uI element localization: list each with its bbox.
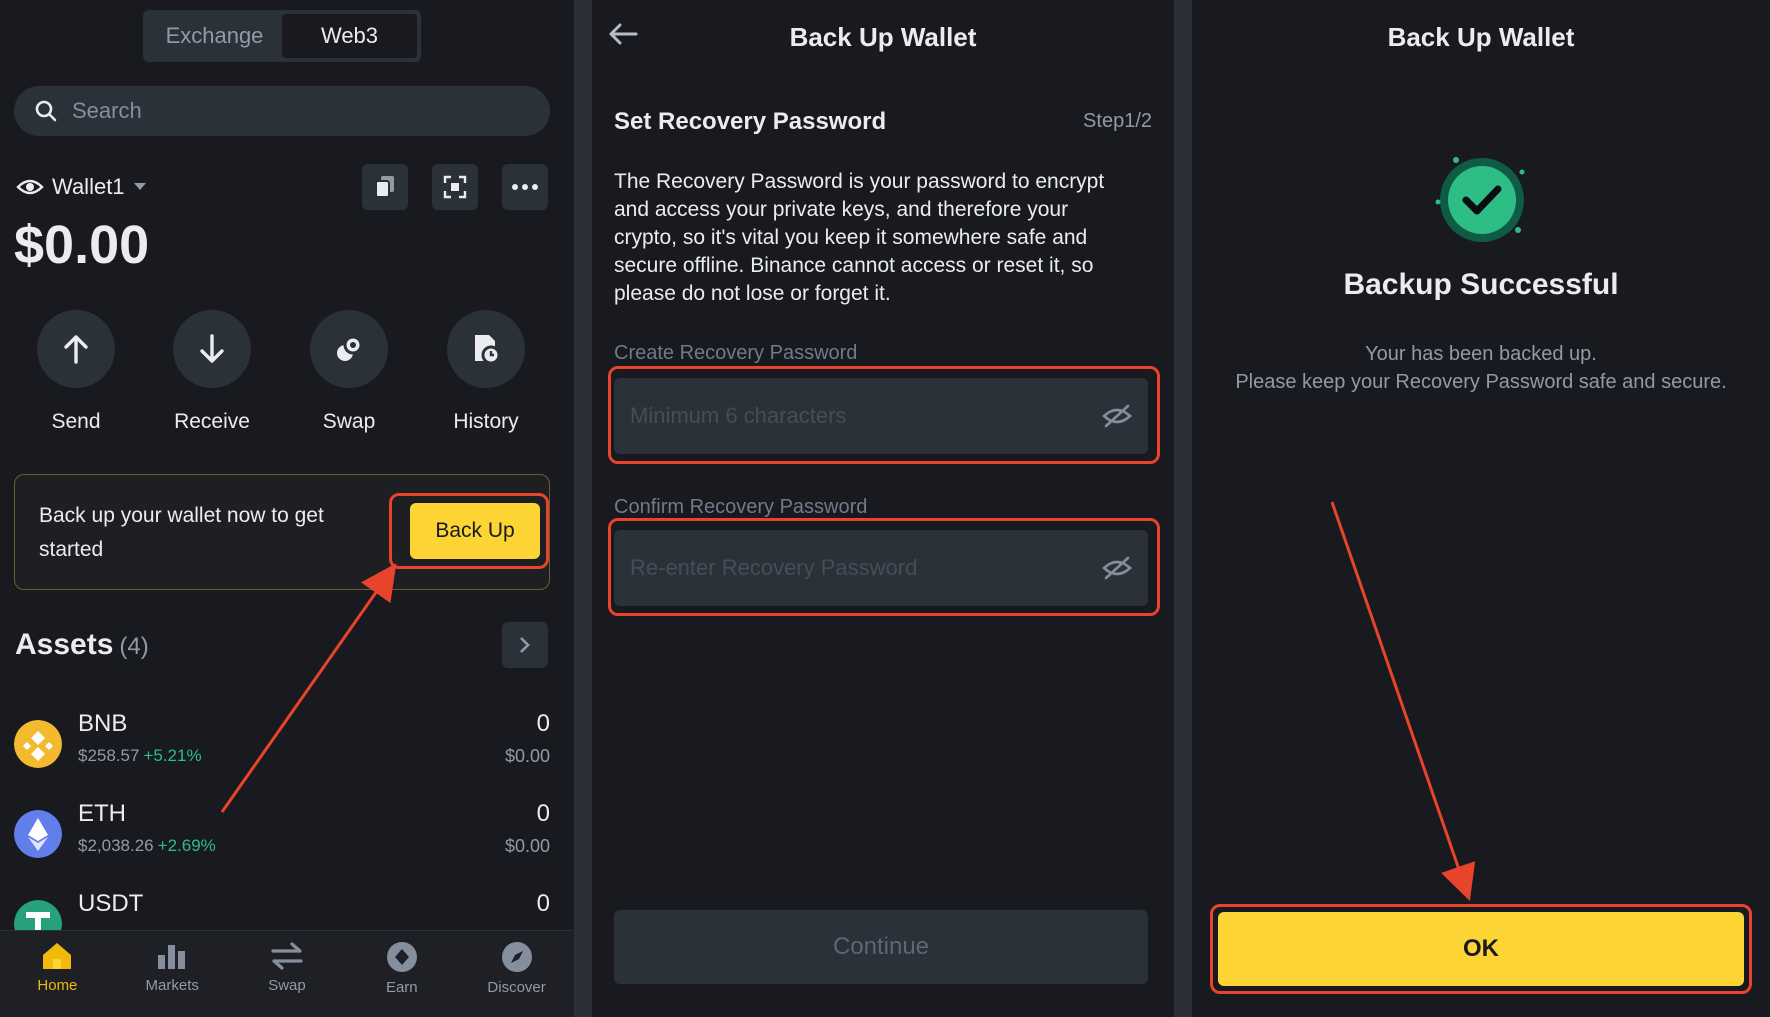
search-icon [35, 100, 57, 122]
set-password-screen: Back Up Wallet Set Recovery Password Ste… [592, 0, 1174, 1017]
backup-success-screen: Back Up Wallet Backup Successful Your ha… [1192, 0, 1770, 1017]
assets-title: Assets [15, 628, 114, 661]
backup-banner: Back up your wallet now to get started B… [14, 474, 550, 590]
total-balance: $0.00 [14, 215, 150, 275]
asset-change: +2.69% [157, 836, 216, 855]
section-title: Set Recovery Password [614, 108, 887, 135]
wallet-selector[interactable]: Wallet1 [16, 174, 147, 200]
success-line-1: Your has been backed up. [1365, 343, 1597, 365]
send-action[interactable]: Send [16, 310, 136, 434]
tab-discover[interactable]: Discover [459, 931, 574, 1017]
copy-address-button[interactable] [362, 164, 408, 210]
earn-icon [386, 942, 417, 972]
page-title: Back Up Wallet [789, 22, 977, 52]
asset-change: +5.21% [143, 746, 202, 765]
backup-banner-text: Back up your wallet now to get started [39, 504, 324, 561]
search-input[interactable] [72, 98, 472, 124]
history-label: History [453, 410, 519, 433]
search-bar[interactable] [14, 86, 550, 136]
swap-arrows-icon [271, 942, 303, 970]
success-check-icon [1435, 157, 1525, 242]
annotation-highlight [608, 518, 1160, 616]
wallet-name[interactable]: Wallet1 [52, 174, 125, 200]
home-icon [43, 943, 72, 969]
receive-label: Receive [174, 410, 250, 433]
scan-icon [443, 175, 467, 199]
copy-icon [375, 176, 394, 198]
annotation-highlight [1210, 904, 1752, 994]
caret-down-icon[interactable] [133, 182, 147, 192]
asset-amount: 0 [536, 890, 550, 917]
continue-button[interactable]: Continue [614, 910, 1148, 984]
swap-icon [337, 335, 363, 361]
swap-label: Swap [322, 410, 376, 433]
markets-icon [158, 945, 186, 969]
assets-expand-button[interactable] [502, 622, 548, 668]
send-label: Send [51, 410, 101, 433]
asset-name: BNB [78, 710, 128, 737]
asset-usd-value: $0.00 [504, 746, 550, 766]
asset-amount: 0 [536, 800, 550, 827]
more-options-button[interactable] [502, 164, 548, 210]
web3-tab[interactable]: Web3 [282, 14, 417, 58]
page-title: Back Up Wallet [1387, 22, 1575, 52]
arrow-up-icon [64, 335, 88, 364]
password-description: The Recovery Password is your password t… [614, 170, 1105, 305]
tab-home[interactable]: Home [0, 931, 115, 1017]
tab-swap[interactable]: Swap [230, 931, 345, 1017]
bottom-tab-bar: Home Markets Swap Earn Discover [0, 930, 574, 1017]
assets-header: Assets (4) [15, 628, 149, 662]
step-indicator: Step1/2 [1083, 110, 1152, 132]
tab-earn[interactable]: Earn [344, 931, 459, 1017]
eth-logo-icon [14, 810, 62, 858]
chevron-right-icon [520, 637, 530, 653]
asset-row-bnb[interactable]: BNB $258.57 +5.21% 0 $0.00 [14, 710, 550, 780]
asset-price: $2,038.26 +2.69% [78, 836, 216, 855]
more-dots-icon [512, 184, 538, 190]
asset-name: ETH [78, 800, 126, 827]
confirm-password-label: Confirm Recovery Password [614, 496, 868, 518]
annotation-highlight [608, 366, 1160, 464]
bnb-logo-icon [14, 720, 62, 768]
swap-action[interactable]: Swap [289, 310, 409, 434]
history-action[interactable]: History [426, 310, 546, 434]
asset-price: $258.57 +5.21% [78, 746, 202, 765]
annotation-highlight [389, 493, 549, 569]
exchange-web3-toggle: Exchange Web3 [143, 10, 421, 62]
discover-icon [501, 942, 532, 972]
eye-icon[interactable] [16, 177, 44, 197]
arrow-down-icon [200, 334, 224, 363]
success-heading: Backup Successful [1343, 268, 1619, 301]
asset-amount: 0 [536, 710, 550, 737]
success-message: Your has been backed up. Please keep you… [1192, 340, 1770, 396]
create-password-label: Create Recovery Password [614, 342, 858, 364]
history-icon [475, 335, 500, 365]
assets-count: (4) [119, 633, 149, 660]
receive-action[interactable]: Receive [152, 310, 272, 434]
tab-markets[interactable]: Markets [115, 931, 230, 1017]
scan-button[interactable] [432, 164, 478, 210]
wallet-home-screen: Exchange Web3 Wallet1 $0.00 [0, 0, 574, 1017]
success-line-2: Please keep your Recovery Password safe … [1235, 371, 1727, 393]
exchange-tab[interactable]: Exchange [147, 14, 282, 58]
asset-name: USDT [78, 890, 144, 917]
asset-row-eth[interactable]: ETH $2,038.26 +2.69% 0 $0.00 [14, 800, 550, 870]
asset-usd-value: $0.00 [504, 836, 550, 856]
